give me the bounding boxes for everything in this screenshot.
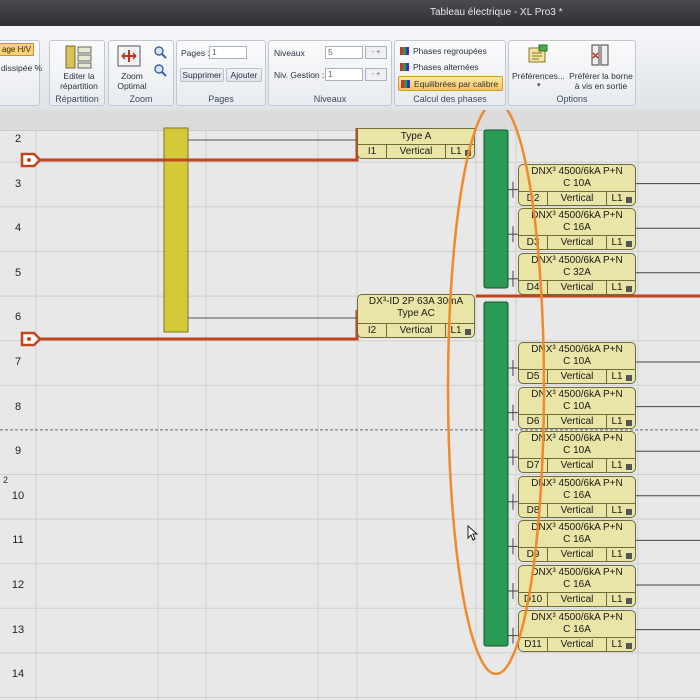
ribbon-group-niveaux: Niveaux 5 - + Niv. Gestion : 1 - + Nivea… — [268, 40, 392, 106]
grouped-phases-label: Phases regroupées — [413, 46, 487, 56]
balanced-phases-option[interactable]: Equilibrées par calibre — [398, 76, 503, 91]
ribbon: age H/V dissipée % Editer la répartition… — [0, 26, 700, 111]
pages-label: Pages : — [181, 48, 210, 58]
management-level-input[interactable]: 1 — [325, 68, 363, 81]
pages-group-label: Pages — [208, 94, 234, 104]
repartition-group-label: Répartition — [55, 94, 99, 104]
zoom-group-label: Zoom — [129, 94, 153, 104]
levels-label: Niveaux — [274, 48, 305, 58]
options-group-label: Options — [556, 94, 588, 104]
alternated-phases-option[interactable]: Phases alternées — [398, 60, 503, 74]
zoom-optimal-icon — [117, 45, 141, 67]
alternated-phases-icon — [400, 63, 409, 71]
highlight-ellipse — [446, 110, 546, 676]
grouped-phases-icon — [400, 47, 409, 55]
title-bar: Tableau électrique - XL Pro3 * — [0, 0, 700, 26]
ribbon-group-repartition: Editer la répartition Répartition — [49, 40, 105, 106]
preferences-button[interactable]: Préférences... — [512, 71, 565, 81]
prefer-screw-terminal-button[interactable]: Préférer la borne à vis en sortie — [567, 71, 635, 91]
ribbon-group-zoom: Zoom Optimal Zoom — [108, 40, 174, 106]
preferences-icon — [528, 44, 548, 63]
alternated-phases-label: Phases alternées — [413, 62, 479, 72]
preferences-dropdown-icon[interactable]: ▾ — [537, 81, 541, 89]
ribbon-group-pages: Pages : 1 Supprimer Ajouter Pages — [176, 40, 266, 106]
ribbon-group-options: Préférences... ▾ Préférer la borne à vis… — [508, 40, 636, 106]
edit-repartition-button[interactable]: Editer la répartition — [54, 71, 104, 91]
grouped-phases-option[interactable]: Phases regroupées — [398, 44, 503, 58]
add-page-button[interactable]: Ajouter — [226, 68, 262, 82]
phases-group-label: Calcul des phases — [413, 94, 487, 104]
schematic-canvas[interactable]: 2 3 4 5 6 7 8 9 10 11 12 13 14 2 Type A I1 Vertical L1 D… — [0, 110, 700, 700]
management-level-label: Niv. Gestion : — [274, 70, 325, 80]
management-level-spinner[interactable]: - + — [365, 68, 387, 81]
ribbon-group-partial: age H/V dissipée % — [0, 40, 42, 106]
ribbon-group-phases: Phases regroupées Phases alternées Equil… — [394, 40, 506, 106]
dissipated-label[interactable]: dissipée % — [1, 63, 42, 73]
balanced-phases-label: Equilibrées par calibre — [414, 79, 499, 89]
mouse-cursor-icon — [467, 525, 479, 541]
delete-page-button[interactable]: Supprimer — [180, 68, 224, 82]
balanced-phases-icon — [401, 80, 410, 88]
zoom-in-icon[interactable] — [153, 45, 167, 59]
zoom-out-icon[interactable] — [153, 63, 167, 77]
screw-terminal-icon — [591, 44, 609, 66]
window-title: Tableau électrique - XL Pro3 * — [430, 7, 563, 18]
pages-input[interactable]: 1 — [209, 46, 247, 59]
zoom-optimal-button[interactable]: Zoom Optimal — [113, 71, 151, 91]
levels-input[interactable]: 5 — [325, 46, 363, 59]
hv-toggle-button[interactable]: age H/V — [0, 43, 34, 56]
levels-group-label: Niveaux — [313, 94, 347, 104]
levels-spinner[interactable]: - + — [365, 46, 387, 59]
distribution-icon — [65, 45, 92, 69]
